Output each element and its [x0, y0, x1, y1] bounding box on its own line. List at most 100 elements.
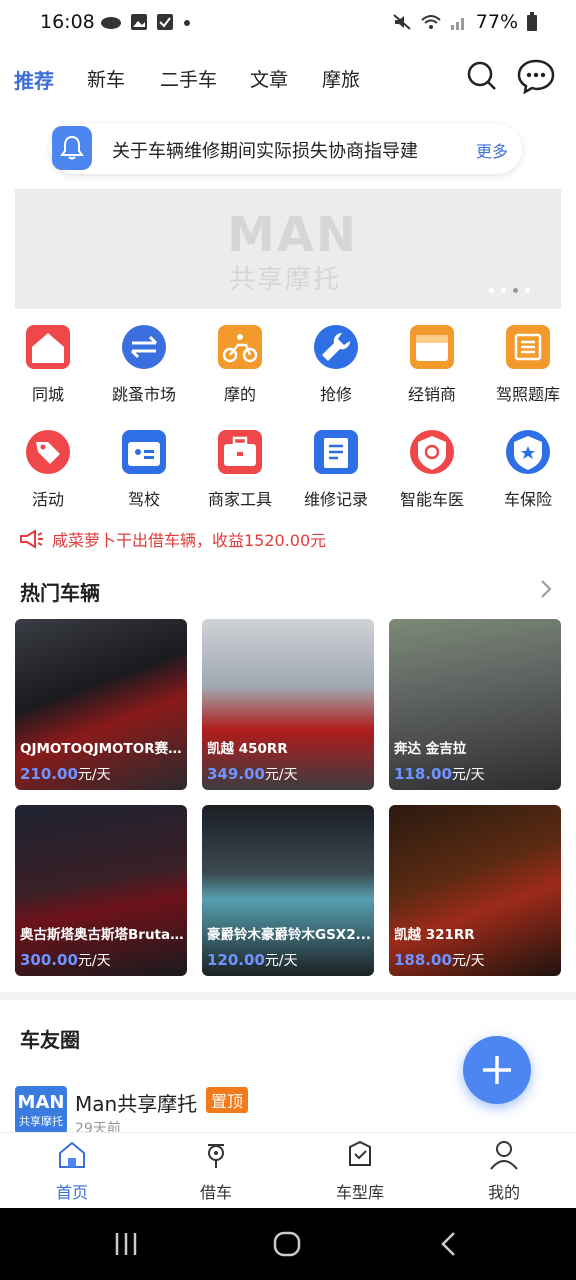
notice-bar[interactable]: 关于车辆维修期间实际损失协商指导建 更多 [50, 124, 522, 174]
promo-line[interactable]: 咸菜萝卜干出借车辆，收益1520.00元 [18, 527, 326, 551]
nav-models-label: 车型库 [335, 1183, 384, 1202]
service-label: 跳蚤市场 [111, 385, 176, 404]
tab-used-car[interactable]: 二手车 [160, 65, 217, 92]
scooter-icon [208, 1144, 224, 1168]
mute-icon [393, 14, 411, 30]
tab-moto-travel[interactable]: 摩旅 [322, 65, 360, 92]
system-navigation-bar [0, 1208, 576, 1280]
megaphone-icon [20, 529, 43, 549]
message-icon[interactable] [517, 58, 555, 94]
avatar-subtitle: 共享摩托 [19, 1115, 63, 1128]
tag-icon [26, 430, 70, 474]
vehicle-price: 118.00元/天 [394, 765, 485, 783]
quiz-icon [506, 325, 550, 369]
nav-models[interactable]: 车型库 [315, 1139, 405, 1203]
banner-carousel[interactable]: MAN 共享摩托 [15, 189, 561, 309]
diagnosis-icon [410, 430, 454, 474]
service-label: 车保险 [503, 490, 552, 509]
service-label: 经销商 [407, 385, 456, 404]
repair-log-icon [314, 430, 358, 474]
add-post-button[interactable] [463, 1036, 531, 1104]
service-item[interactable]: 驾照题库 [480, 325, 576, 405]
notice-text: 关于车辆维修期间实际损失协商指导建 [112, 141, 418, 162]
service-item[interactable]: 抢修 [288, 325, 384, 405]
service-label: 智能车医 [399, 490, 464, 509]
vehicle-card[interactable]: QJMOTOQJMOTOR赛5... 210.00元/天 [15, 619, 187, 790]
tab-new-car[interactable]: 新车 [87, 65, 125, 92]
notice-more-link[interactable]: 更多 [476, 138, 508, 162]
shield-icon [506, 430, 550, 474]
vehicle-price: 300.00元/天 [20, 951, 111, 969]
service-item[interactable]: 摩的 [192, 325, 288, 405]
cloud-icon [101, 17, 121, 29]
vehicle-price: 120.00元/天 [207, 951, 298, 969]
service-label: 驾照题库 [495, 385, 560, 404]
status-bar: 16:08 77% [0, 0, 576, 46]
vehicle-name: 凯越 450RR [207, 741, 288, 757]
store-icon [410, 325, 454, 369]
nav-me[interactable]: 我的 [459, 1139, 549, 1203]
home-button-icon[interactable] [272, 1230, 302, 1258]
moto-taxi-icon [218, 325, 262, 369]
service-label: 维修记录 [303, 490, 368, 509]
service-item[interactable]: 车保险 [480, 430, 576, 510]
nav-home-label: 首页 [55, 1183, 88, 1202]
nav-rent[interactable]: 借车 [171, 1139, 261, 1203]
wrench-icon [314, 325, 358, 369]
recent-apps-icon[interactable] [112, 1230, 140, 1258]
service-label: 摩的 [223, 385, 256, 404]
vehicle-card[interactable]: 凯越 450RR 349.00元/天 [202, 619, 374, 790]
check-icon [157, 14, 173, 30]
pinned-badge: 置顶 [206, 1087, 249, 1113]
service-item[interactable]: 商家工具 [192, 430, 288, 510]
back-icon[interactable] [436, 1230, 460, 1258]
tab-article[interactable]: 文章 [250, 65, 288, 92]
service-item[interactable]: 跳蚤市场 [96, 325, 192, 405]
nav-me-label: 我的 [487, 1183, 520, 1202]
post-author[interactable]: Man共享摩托 [75, 1088, 197, 1117]
bell-icon [52, 126, 92, 170]
school-icon [122, 430, 166, 474]
vehicle-name: QJMOTOQJMOTOR赛5... [20, 741, 185, 757]
section-divider [0, 992, 576, 1000]
search-icon[interactable] [466, 60, 498, 92]
plus-icon [483, 1056, 511, 1084]
service-item[interactable]: 经销商 [384, 325, 480, 405]
home-icon [26, 325, 70, 369]
swap-icon [122, 325, 166, 369]
notification-icons [100, 13, 192, 31]
avatar-logo: MAN [17, 1092, 65, 1113]
service-label: 商家工具 [207, 490, 272, 509]
vehicle-card[interactable]: 凯越 321RR 188.00元/天 [389, 805, 561, 976]
tab-recommend[interactable]: 推荐 [14, 65, 54, 94]
service-item[interactable]: 维修记录 [288, 430, 384, 510]
service-label: 驾校 [127, 490, 160, 509]
service-item[interactable]: 智能车医 [384, 430, 480, 510]
vehicle-card[interactable]: 奥古斯塔奥古斯塔Brutal... 300.00元/天 [15, 805, 187, 976]
chevron-right-icon[interactable] [538, 578, 554, 600]
image-icon [131, 14, 147, 30]
vehicle-name: 凯越 321RR [394, 927, 475, 943]
service-label: 同城 [31, 385, 64, 404]
service-label: 活动 [31, 490, 64, 509]
model-library-icon [349, 1140, 371, 1166]
avatar[interactable]: MAN 共享摩托 [15, 1086, 67, 1134]
service-item[interactable]: 同城 [0, 325, 96, 405]
dot-icon [184, 20, 190, 26]
battery-percent: 77% [475, 11, 518, 33]
service-item[interactable]: 活动 [0, 430, 96, 510]
home-icon [59, 1141, 85, 1168]
carousel-indicators [489, 288, 530, 293]
vehicle-price: 349.00元/天 [207, 765, 298, 783]
bottom-navigation: 首页 借车 车型库 我的 [0, 1132, 576, 1208]
vehicle-card[interactable]: 奔达 金吉拉 118.00元/天 [389, 619, 561, 790]
vehicle-price: 188.00元/天 [394, 951, 485, 969]
status-time: 16:08 [40, 11, 95, 33]
vehicle-name: 豪爵铃木豪爵铃木GSX2... [207, 927, 371, 943]
service-item[interactable]: 驾校 [96, 430, 192, 510]
vehicle-price: 210.00元/天 [20, 765, 111, 783]
signal-icon [450, 18, 464, 30]
vehicle-card[interactable]: 豪爵铃木豪爵铃木GSX2... 120.00元/天 [202, 805, 374, 976]
nav-home[interactable]: 首页 [27, 1139, 117, 1203]
wifi-icon [421, 15, 441, 29]
